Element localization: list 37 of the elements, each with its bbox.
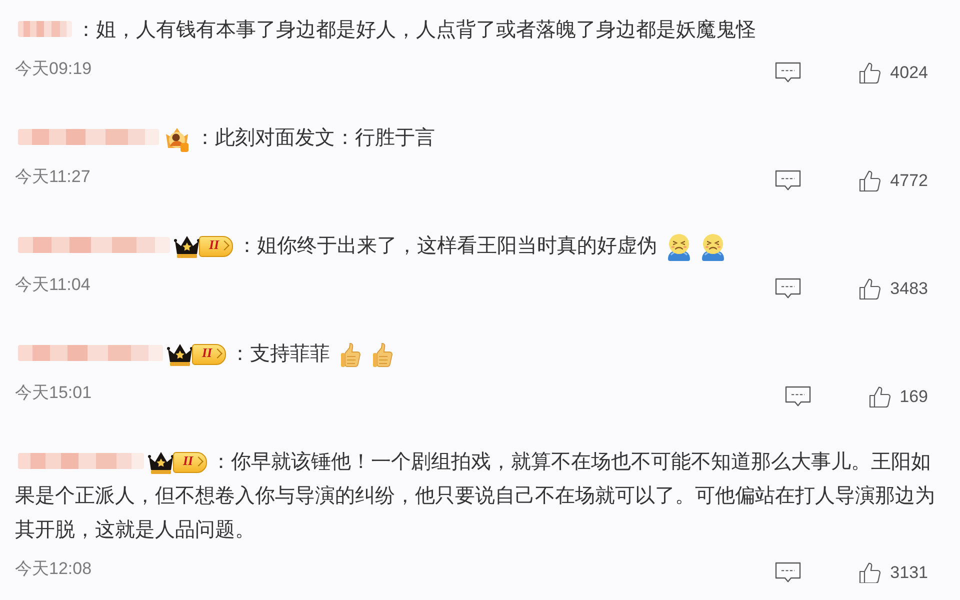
thumbs-up-icon — [859, 277, 882, 300]
comment-icon[interactable] — [784, 386, 811, 407]
like-button[interactable]: 4772 — [859, 169, 928, 192]
like-button[interactable]: 4024 — [859, 61, 928, 84]
thumbs-up-icon — [868, 385, 891, 408]
comment-text: ：姐你终于出来了，这样看王阳当时真的好虚伪 — [237, 235, 658, 257]
level-tag: II — [192, 344, 226, 366]
thumbs-up-icon — [859, 169, 882, 192]
timestamp: 今天11:27 — [15, 166, 90, 188]
thumbs-up-emoji-icon — [340, 342, 362, 368]
crown-icon — [167, 342, 193, 367]
comment-text: ：你早就该锤他！一个剧组拍戏，就算不在场也不可能不知道那么大事儿。王阳如 — [211, 451, 932, 473]
crown-icon — [148, 450, 174, 475]
comment-icon[interactable] — [775, 278, 802, 299]
crown-icon — [174, 234, 200, 259]
frowning-face-emoji-icon — [667, 232, 692, 261]
thumbs-up-icon — [859, 61, 882, 84]
timestamp: 今天11:04 — [15, 274, 90, 296]
blurred-username — [18, 21, 72, 37]
timestamp: 今天12:08 — [15, 558, 92, 580]
level-tag: II — [199, 236, 234, 258]
like-button[interactable]: 3483 — [859, 277, 928, 300]
level-tag: II — [173, 452, 208, 474]
comment-text: ：姐，人有钱有本事了身边都是好人，人点背了或者落魄了身边都是妖魔鬼怪 — [76, 19, 756, 41]
thumbs-up-icon — [859, 561, 882, 583]
comment-text: ：支持菲菲 — [230, 343, 330, 365]
timestamp: 今天09:19 — [15, 58, 92, 80]
comment-text: ：此刻对面发文：行胜于言 — [195, 127, 435, 149]
comment-icon[interactable] — [775, 170, 802, 191]
thumbs-up-emoji-icon — [372, 342, 394, 368]
like-button[interactable]: 3131 — [859, 561, 928, 583]
like-button[interactable]: 169 — [868, 385, 928, 408]
frowning-face-emoji-icon — [701, 232, 726, 261]
comment-icon[interactable] — [775, 562, 802, 583]
comment-text: 果是个正派人，但不想卷入你与导演的纠纷，他只要说自己不在场就可以了。可他偏站在打人导演那边为其开脱，这就是人品问题。 — [15, 484, 936, 543]
comment-icon[interactable] — [775, 62, 802, 83]
timestamp: 今天15:01 — [15, 382, 92, 404]
